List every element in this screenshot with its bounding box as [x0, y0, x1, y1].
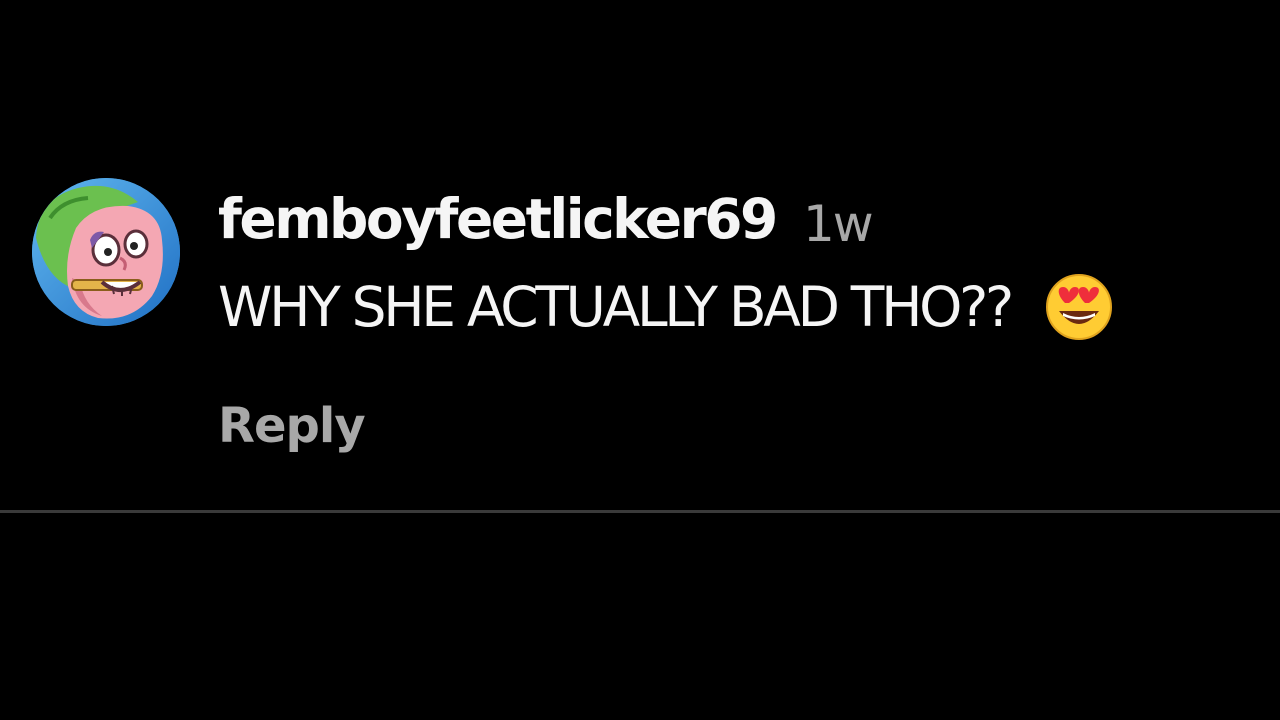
comment-body: WHY SHE ACTUALLY BAD THO??	[218, 272, 1113, 342]
username[interactable]: femboyfeetlicker69	[218, 192, 778, 247]
cartoon-character-avatar-image	[32, 178, 180, 326]
comment-item: femboyfeetlicker69 1w WHY SHE ACTUALLY B…	[32, 178, 1272, 478]
user-avatar[interactable]	[32, 178, 180, 326]
divider	[0, 510, 1280, 513]
comment-timestamp: 1w	[803, 195, 874, 253]
reply-button[interactable]: Reply	[218, 402, 366, 450]
comment-text: WHY SHE ACTUALLY BAD THO??	[218, 274, 1014, 339]
heart-eyes-emoji-icon	[1045, 274, 1112, 340]
